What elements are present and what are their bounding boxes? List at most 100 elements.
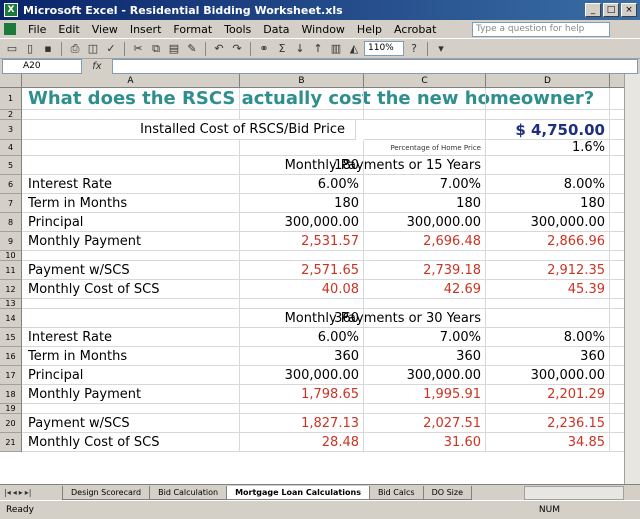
cell-a[interactable]: Installed Cost of RSCS/Bid Price: [22, 120, 356, 140]
cell-b[interactable]: 1,798.65: [240, 385, 364, 404]
cell-c[interactable]: [364, 120, 486, 140]
row-number[interactable]: 12: [0, 280, 22, 299]
sheet-tab[interactable]: Bid Calcs: [368, 485, 424, 500]
cell-b[interactable]: 2,571.65: [240, 261, 364, 280]
cell-b[interactable]: [240, 299, 364, 309]
menu-view[interactable]: View: [86, 23, 124, 36]
cell-d[interactable]: 300,000.00: [486, 213, 610, 232]
function-icon[interactable]: fx: [82, 61, 112, 72]
cell-c[interactable]: 42.69: [364, 280, 486, 299]
row-number[interactable]: 16: [0, 347, 22, 366]
cell-a[interactable]: [22, 251, 240, 261]
sort-descending-icon[interactable]: ↑: [310, 41, 326, 57]
cell-b[interactable]: 300,000.00: [240, 366, 364, 385]
menu-format[interactable]: Format: [167, 23, 218, 36]
copy-icon[interactable]: ⧉: [148, 41, 164, 57]
cell-d[interactable]: 2,912.35: [486, 261, 610, 280]
cell-c[interactable]: Percentage of Home Price: [364, 140, 486, 156]
chart-wizard-icon[interactable]: ▥: [328, 41, 344, 57]
menu-edit[interactable]: Edit: [52, 23, 85, 36]
menu-window[interactable]: Window: [296, 23, 351, 36]
menu-data[interactable]: Data: [257, 23, 295, 36]
maximize-button[interactable]: □: [603, 3, 619, 17]
hyperlink-icon[interactable]: ⚭: [256, 41, 272, 57]
vertical-scrollbar[interactable]: [624, 74, 640, 484]
row-number[interactable]: 8: [0, 213, 22, 232]
cell-b[interactable]: 1,827.13: [240, 414, 364, 433]
drawing-icon[interactable]: ◭: [346, 41, 362, 57]
cell-a[interactable]: Monthly Cost of SCS: [22, 433, 240, 452]
save-icon[interactable]: ▪: [40, 41, 56, 57]
spelling-icon[interactable]: ✓: [103, 41, 119, 57]
cell-b[interactable]: [240, 110, 364, 120]
open-icon[interactable]: ▯: [22, 41, 38, 57]
cell-d[interactable]: [486, 251, 610, 261]
column-header-b[interactable]: B: [240, 74, 364, 88]
row-number[interactable]: 9: [0, 232, 22, 251]
cell-d[interactable]: 8.00%: [486, 328, 610, 347]
cell-c[interactable]: 1,995.91: [364, 385, 486, 404]
help-icon[interactable]: ?: [406, 41, 422, 57]
cell-a[interactable]: [22, 110, 240, 120]
zoom-select[interactable]: 110%: [364, 41, 404, 56]
paste-icon[interactable]: ▤: [166, 41, 182, 57]
menu-tools[interactable]: Tools: [218, 23, 257, 36]
cut-icon[interactable]: ✂: [130, 41, 146, 57]
row-number[interactable]: 2: [0, 110, 22, 120]
new-icon[interactable]: ▭: [4, 41, 20, 57]
row-number[interactable]: 4: [0, 140, 22, 156]
cell-c[interactable]: 180: [364, 194, 486, 213]
row-number[interactable]: 15: [0, 328, 22, 347]
cell-a[interactable]: [22, 156, 240, 175]
sort-ascending-icon[interactable]: ↓: [292, 41, 308, 57]
print-icon[interactable]: ⎙: [67, 41, 83, 57]
cell-c[interactable]: 360: [364, 347, 486, 366]
undo-icon[interactable]: ↶: [211, 41, 227, 57]
cell-d[interactable]: 360: [486, 347, 610, 366]
cell-c[interactable]: 31.60: [364, 433, 486, 452]
cell-a[interactable]: Principal: [22, 213, 240, 232]
formula-input[interactable]: [112, 59, 638, 74]
format-painter-icon[interactable]: ✎: [184, 41, 200, 57]
cell-d[interactable]: 34.85: [486, 433, 610, 452]
preview-icon[interactable]: ◫: [85, 41, 101, 57]
row-number[interactable]: 20: [0, 414, 22, 433]
cell-d[interactable]: [486, 309, 610, 328]
cell-c[interactable]: [364, 251, 486, 261]
row-number[interactable]: 10: [0, 251, 22, 261]
column-header-c[interactable]: C: [364, 74, 486, 88]
help-search-input[interactable]: Type a question for help: [472, 21, 610, 37]
cell-c[interactable]: [364, 404, 486, 414]
sheet-tab[interactable]: Mortgage Loan Calculations: [226, 485, 370, 500]
row-number[interactable]: 13: [0, 299, 22, 309]
cell-c[interactable]: 7.00%: [364, 175, 486, 194]
cell-c[interactable]: [364, 299, 486, 309]
workbook-icon[interactable]: [4, 23, 16, 35]
column-header-d[interactable]: D: [486, 74, 610, 88]
cell-c[interactable]: Monthly Payments or 15 Years: [285, 156, 486, 175]
row-number[interactable]: 3: [0, 120, 22, 140]
redo-icon[interactable]: ↷: [229, 41, 245, 57]
toolbar-options-icon[interactable]: ▾: [433, 41, 449, 57]
cell-b[interactable]: [240, 88, 364, 110]
menu-help[interactable]: Help: [351, 23, 388, 36]
prev-tab-icon[interactable]: ◂: [13, 488, 17, 497]
cell-d[interactable]: [486, 404, 610, 414]
cell-d[interactable]: 300,000.00: [486, 366, 610, 385]
cell-a[interactable]: [22, 140, 240, 156]
first-tab-icon[interactable]: |◂: [4, 488, 11, 497]
minimize-button[interactable]: _: [585, 3, 601, 17]
row-number[interactable]: 5: [0, 156, 22, 175]
cell-a[interactable]: Term in Months: [22, 194, 240, 213]
cell-c[interactable]: 300,000.00: [364, 366, 486, 385]
cell-b[interactable]: 6.00%: [240, 328, 364, 347]
cell-b[interactable]: 40.08: [240, 280, 364, 299]
worksheet-grid[interactable]: A B C D 1 What does the RSCS actually cos…: [0, 74, 640, 484]
row-number[interactable]: 6: [0, 175, 22, 194]
cell-a[interactable]: [22, 404, 240, 414]
cell-a[interactable]: Term in Months: [22, 347, 240, 366]
next-tab-icon[interactable]: ▸: [19, 488, 23, 497]
cell-a[interactable]: Monthly Payment: [22, 232, 240, 251]
sheet-tab[interactable]: Design Scorecard: [62, 485, 151, 500]
horizontal-scrollbar[interactable]: [524, 485, 624, 500]
